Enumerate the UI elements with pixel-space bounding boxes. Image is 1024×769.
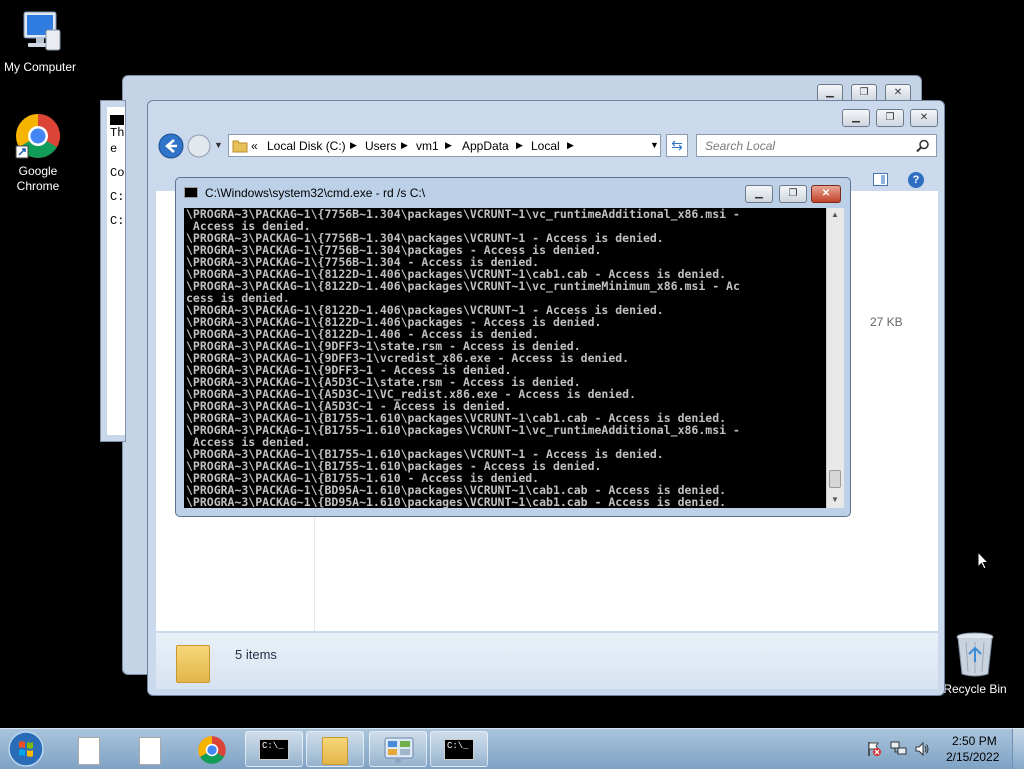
refresh-icon: ⇆ [671,137,683,153]
address-dropdown-icon[interactable]: ▼ [650,140,659,150]
mouse-cursor-icon [977,551,990,570]
recycle-bin-icon [956,632,994,677]
taskbar-document-1[interactable] [60,731,118,767]
close-icon: ✕ [821,188,831,199]
forward-button[interactable] [186,133,212,159]
minimize-button[interactable]: ▁ [745,185,773,203]
minimize-icon: ▁ [852,112,860,123]
window-title: C:\Windows\system32\cmd.exe - rd /s C:\ [205,186,426,200]
breadcrumb-vm1[interactable]: vm1 [416,139,439,153]
chevron-right-icon[interactable]: ▶ [350,140,357,151]
volume-icon[interactable] [914,741,930,757]
background-console: Th e Co C: C: [107,107,125,435]
taskbar-document-2[interactable] [121,731,179,767]
maximize-button[interactable]: ❐ [876,109,904,127]
cmd-icon: C:\_ [259,739,289,760]
desktop-icon-label: Recycle Bin [943,682,1007,696]
search-input[interactable]: Search Local [696,134,937,157]
breadcrumb-local-disk[interactable]: Local Disk (C:) [267,139,346,153]
maximize-icon: ❐ [788,188,798,199]
computer-icon [23,11,61,51]
clock-date[interactable]: 2/15/2022 [946,750,999,764]
maximize-icon: ❐ [859,87,869,98]
close-icon: ✕ [893,87,903,98]
details-pane: 5 items [156,633,938,689]
breadcrumb-appdata[interactable]: AppData [462,139,509,153]
console-line: C: [110,190,125,204]
breadcrumb-users[interactable]: Users [365,139,396,153]
start-button[interactable] [6,729,46,769]
help-button[interactable]: ? [908,172,924,188]
network-icon[interactable] [890,741,908,757]
console-line: Th [110,126,125,140]
address-bar[interactable]: « Local Disk (C:) ▶ Users ▶ vm1 ▶ AppDat… [228,134,661,157]
minimize-button[interactable]: ▁ [842,109,870,127]
minimize-icon: ▁ [755,188,763,199]
action-center-icon[interactable] [866,741,882,757]
clock-time[interactable]: 2:50 PM [952,734,997,748]
folder-icon [232,140,248,153]
maximize-icon: ❐ [885,112,895,123]
minimize-icon: ▁ [826,87,834,98]
breadcrumb-local[interactable]: Local [531,139,560,153]
close-button[interactable]: ✕ [811,185,841,203]
desktop-icon-recycle-bin[interactable]: Recycle Bin [935,630,1015,697]
taskbar-control-panel[interactable] [369,731,427,767]
chevron-right-icon[interactable]: ▶ [445,140,452,151]
show-desktop-button[interactable] [1012,729,1024,769]
cmd-small-icon [110,115,124,125]
console-line: e [110,142,118,156]
control-panel-icon [384,737,414,763]
help-icon: ? [912,174,920,186]
refresh-button[interactable]: ⇆ [666,134,688,157]
console-line: Co [110,166,125,180]
chrome-icon [198,736,226,764]
taskbar-cmd-2[interactable]: C:\_ [430,731,488,767]
folder-icon [176,645,210,683]
history-dropdown-icon[interactable]: ▼ [214,140,223,150]
close-icon: ✕ [919,112,929,123]
scroll-up-icon[interactable]: ▲ [831,210,839,219]
console-line: C: [110,214,125,228]
vertical-scrollbar[interactable]: ▲ ▼ [826,208,844,508]
desktop-icon-label: Google Chrome [16,164,60,193]
background-cmd-window[interactable]: Th e Co C: C: [100,100,126,442]
chevron-right-icon[interactable]: ▶ [567,140,574,151]
breadcrumb-overflow[interactable]: « [251,139,258,153]
preview-pane-button[interactable] [873,173,888,186]
search-icon[interactable] [916,139,930,153]
chevron-right-icon[interactable]: ▶ [516,140,523,151]
taskbar-cmd-1[interactable]: C:\_ [245,731,303,767]
maximize-button[interactable]: ❐ [779,185,807,203]
document-icon [78,737,100,765]
cmd-window[interactable]: C:\Windows\system32\cmd.exe - rd /s C:\ … [175,177,851,517]
cmd-title-icon [184,187,198,198]
console-line: \PROGRA~3\PACKAG~1\{BD95A~1.610\packages… [186,495,727,508]
console-output[interactable]: \PROGRA~3\PACKAG~1\{7756B~1.304\packages… [184,208,826,508]
desktop-icon-google-chrome[interactable]: Google Chrome [0,112,78,194]
file-size: 27 KB [870,315,903,329]
desktop-icon-my-computer[interactable]: My Computer [0,8,80,75]
taskbar: C:\_ C:\_ 2:50 PM 2/15/2022 [0,728,1024,769]
search-placeholder: Search Local [705,139,776,153]
back-button[interactable] [157,132,185,160]
preview-pane-icon [881,175,885,184]
folder-icon [322,737,348,765]
cmd-icon: C:\_ [444,739,474,760]
chrome-icon [15,114,60,159]
taskbar-chrome[interactable] [183,731,241,767]
item-count: 5 items [235,647,277,662]
scrollbar-thumb[interactable] [829,470,841,488]
desktop-icon-label: My Computer [3,60,77,74]
close-button[interactable]: ✕ [910,109,938,127]
chevron-right-icon[interactable]: ▶ [401,140,408,151]
taskbar-explorer[interactable] [306,731,364,767]
document-icon [139,737,161,765]
scroll-down-icon[interactable]: ▼ [831,495,839,504]
